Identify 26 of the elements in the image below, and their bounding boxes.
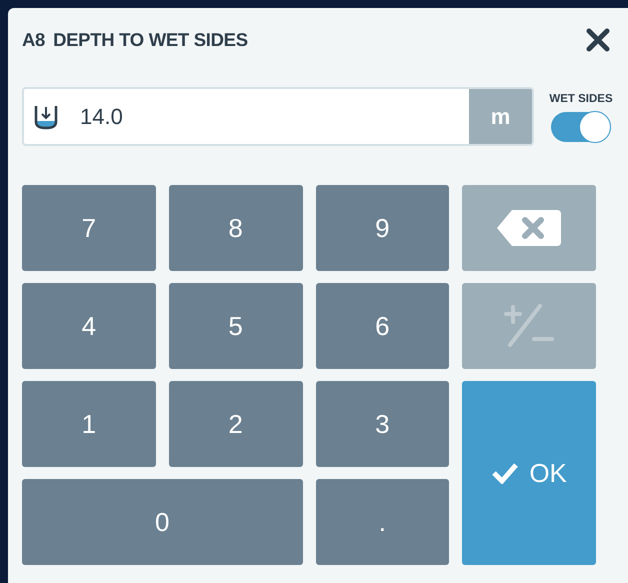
digit-key[interactable]: 0 <box>22 479 302 565</box>
depth-icon <box>34 104 58 130</box>
plus-minus-icon <box>504 304 554 348</box>
dialog-title: DEPTH TO WET SIDES <box>53 28 248 52</box>
toggle-switch[interactable] <box>551 112 611 142</box>
digit-key[interactable]: 8 <box>168 185 302 271</box>
digit-key[interactable]: 1 <box>22 381 156 467</box>
backspace-button[interactable] <box>462 185 596 271</box>
digit-key[interactable]: 4 <box>22 283 156 369</box>
digit-key[interactable]: 2 <box>168 381 302 467</box>
backspace-icon <box>496 209 562 247</box>
ok-button[interactable]: OK <box>462 381 596 565</box>
digit-key[interactable]: 6 <box>316 283 450 369</box>
input-field-frame[interactable]: 14.0 m <box>22 87 534 146</box>
toggle-label: WET SIDES <box>549 92 613 107</box>
close-icon <box>586 28 610 52</box>
digit-key[interactable]: 7 <box>22 185 156 271</box>
close-button[interactable] <box>584 26 612 54</box>
digit-key[interactable]: 9 <box>316 185 450 271</box>
digit-key[interactable]: 3 <box>316 381 450 467</box>
digit-key[interactable]: . <box>316 479 450 565</box>
digit-key[interactable]: 5 <box>168 283 302 369</box>
dialog-code: A8 <box>22 28 46 52</box>
check-icon <box>491 462 520 484</box>
number-input-field[interactable]: 14.0 <box>72 89 469 144</box>
unit-label: m <box>469 89 532 144</box>
